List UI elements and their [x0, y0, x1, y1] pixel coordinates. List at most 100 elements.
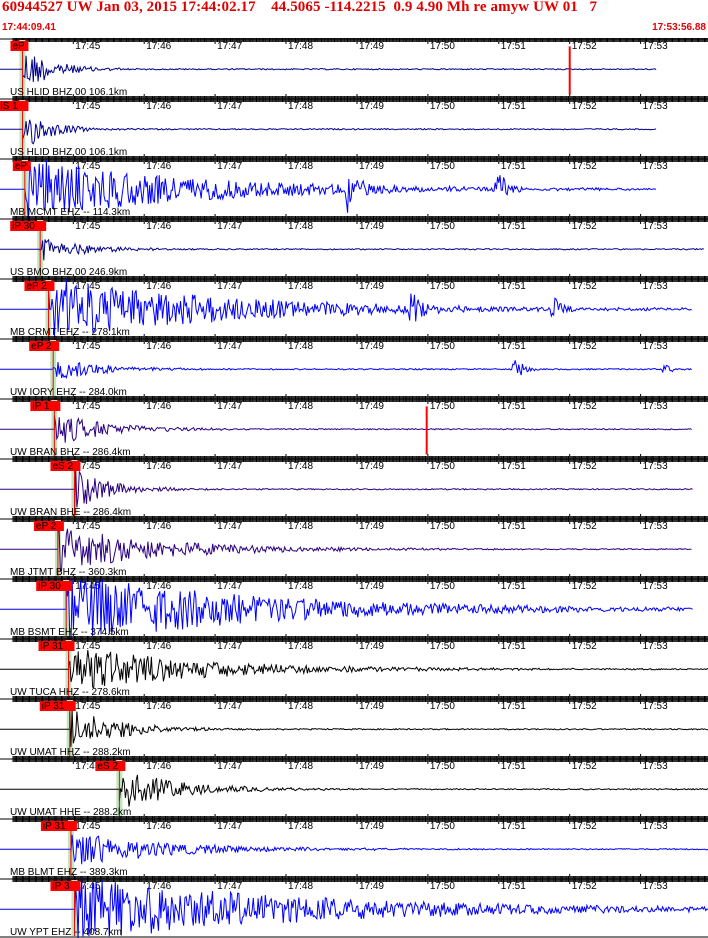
time-tick-label: 17:50 — [430, 461, 455, 472]
waveform — [0, 55, 657, 83]
time-tick-label: 17:48 — [288, 821, 313, 832]
time-tick-label: 17:51 — [501, 101, 526, 112]
time-tick-label: 17:53 — [643, 761, 668, 772]
time-tick-label: 17:49 — [359, 521, 384, 532]
pick-label: iS 1 — [0, 101, 18, 112]
time-tick-label: 17:51 — [501, 521, 526, 532]
time-tick-label: 17:47 — [217, 701, 242, 712]
pick-label: eP 2 — [26, 281, 47, 292]
waveform — [0, 774, 708, 807]
time-tick-label: 17:50 — [430, 821, 455, 832]
time-tick-label: 17:48 — [288, 281, 313, 292]
time-tick-label: 17:45 — [75, 701, 100, 712]
time-tick-label: 17:46 — [146, 521, 171, 532]
time-tick-label: 17:46 — [146, 761, 171, 772]
waveform — [0, 528, 692, 572]
time-tick-label: 17:45 — [75, 521, 100, 532]
waveform — [0, 415, 692, 443]
time-tick-label: 17:50 — [430, 581, 455, 592]
waveform — [0, 119, 657, 145]
time-tick-label: 17:53 — [643, 881, 668, 892]
time-tick-label: 17:52 — [572, 221, 597, 232]
time-tick-label: 17:48 — [288, 101, 313, 112]
time-tick-label: 17:48 — [288, 581, 313, 592]
time-tick-label: 17:47 — [217, 581, 242, 592]
trace-panel: 17:45 17:46 17:47 17:48 17:49 17:50 17:51 17:52… — [0, 38, 708, 98]
trace-panel: 17:45 17:46 17:47 17:48 17:49 17:50 17:51 17:52… — [0, 94, 708, 158]
time-tick-label: 17:47 — [217, 41, 242, 52]
time-tick-label: 17:52 — [572, 701, 597, 712]
time-tick-label: 17:52 — [572, 101, 597, 112]
pick-label: eP — [15, 161, 28, 172]
pick-label: iP 1 — [32, 401, 49, 412]
time-tick-label: 17:50 — [430, 761, 455, 772]
time-tick-label: 17:47 — [217, 281, 242, 292]
time-tick-label: 17:48 — [288, 701, 313, 712]
time-tick-label: 17:50 — [430, 101, 455, 112]
time-tick-label: 17:49 — [359, 401, 384, 412]
trace-panel: 17:45 17:46 17:47 17:48 17:49 17:50 17:51 17:52… — [0, 574, 708, 645]
time-tick-label: 17:51 — [501, 761, 526, 772]
time-tick-label: 17:51 — [501, 221, 526, 232]
pick-label: iP 30 — [38, 581, 61, 592]
time-tick-label: 17:53 — [643, 521, 668, 532]
time-tick-label: 17:49 — [359, 281, 384, 292]
pick-label: iP 31 — [42, 701, 65, 712]
header: 60944527 UW Jan 03, 2015 17:44:02.17 44.… — [0, 0, 708, 40]
time-tick-label: 17:47 — [217, 521, 242, 532]
station-label: UW YPT EHZ -- 408.7km — [10, 927, 122, 938]
time-tick-label: 17:47 — [217, 461, 242, 472]
time-tick-label: 17:52 — [572, 821, 597, 832]
time-tick-label: 17:48 — [288, 881, 313, 892]
start-time: 17:44:09.41 — [2, 22, 56, 33]
time-tick-label: 17:47 — [217, 881, 242, 892]
time-tick-label: 17:45 — [75, 101, 100, 112]
time-tick-label: 17:53 — [643, 701, 668, 712]
time-tick-label: 17:50 — [430, 401, 455, 412]
time-tick-label: 17:50 — [430, 881, 455, 892]
time-tick-label: 17:46 — [146, 581, 171, 592]
time-tick-label: 17:49 — [359, 641, 384, 652]
time-tick-label: 17:48 — [288, 161, 313, 172]
event-title: 60944527 UW Jan 03, 2015 17:44:02.17 44.… — [2, 0, 598, 15]
time-tick-label: 17:46 — [146, 41, 171, 52]
time-tick-label: 17:52 — [572, 161, 597, 172]
time-tick-label: 17:49 — [359, 341, 384, 352]
time-tick-label: 17:52 — [572, 881, 597, 892]
time-tick-label: 17:47 — [217, 821, 242, 832]
time-tick-label: 17:50 — [430, 41, 455, 52]
trace-panel: 17:45 17:46 17:47 17:48 17:49 17:50 17:51 17:52… — [0, 814, 708, 878]
time-tick-label: 17:51 — [501, 701, 526, 712]
time-tick-label: 17:47 — [217, 401, 242, 412]
time-tick-label: 17:48 — [288, 41, 313, 52]
time-tick-label: 17:49 — [359, 581, 384, 592]
trace-panel: 17:45 17:46 17:47 17:48 17:49 17:50 17:51 17:52… — [0, 154, 708, 221]
time-tick-label: 17:53 — [643, 401, 668, 412]
trace-panel: 17:45 17:46 17:47 17:48 17:49 17:50 17:51 17:52… — [0, 754, 708, 818]
time-tick-label: 17:48 — [288, 221, 313, 232]
time-tick-label: 17:47 — [217, 161, 242, 172]
time-tick-label: 17:51 — [501, 641, 526, 652]
time-tick-label: 17:49 — [359, 881, 384, 892]
waveform — [0, 238, 704, 261]
trace-panel: 17:45 17:46 17:47 17:48 17:49 17:50 17:51 17:52… — [0, 874, 708, 938]
time-tick-label: 17:45 — [75, 41, 100, 52]
time-tick-label: 17:49 — [359, 161, 384, 172]
time-tick-label: 17:48 — [288, 521, 313, 532]
time-tick-label: 17:47 — [217, 761, 242, 772]
time-tick-label: 17:53 — [643, 821, 668, 832]
time-tick-label: 17:48 — [288, 641, 313, 652]
time-tick-label: 17:52 — [572, 401, 597, 412]
time-tick-label: 17:53 — [643, 581, 668, 592]
time-tick-label: 17:49 — [359, 701, 384, 712]
time-tick-label: 17:48 — [288, 461, 313, 472]
waveform — [0, 470, 693, 510]
time-tick-label: 17:53 — [643, 101, 668, 112]
waveform — [0, 709, 708, 747]
time-tick-label: 17:51 — [501, 581, 526, 592]
time-tick-label: 17:52 — [572, 281, 597, 292]
time-tick-label: 17:50 — [430, 701, 455, 712]
time-tick-label: 17:49 — [359, 41, 384, 52]
time-tick-label: 17:46 — [146, 821, 171, 832]
time-tick-label: 17:51 — [501, 161, 526, 172]
